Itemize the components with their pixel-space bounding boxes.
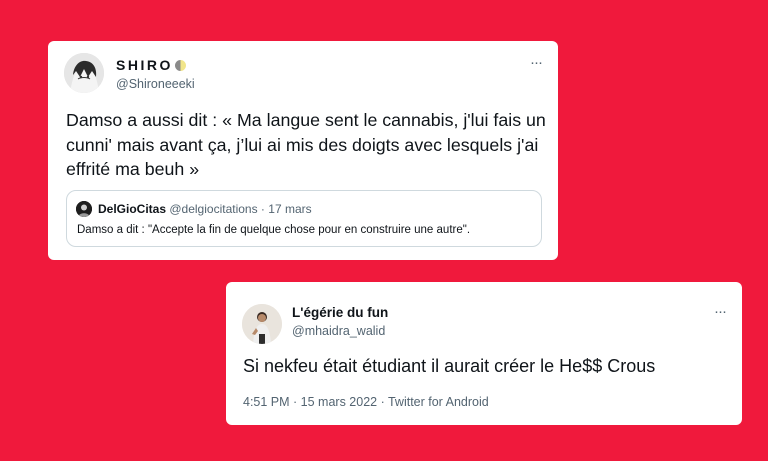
tweet-card-shiro[interactable]: SHIRO @Shironeeeki ··· Damso a aussi dit… [48,41,558,260]
tweet-timestamp[interactable]: 4:51 PM · 15 mars 2022 · Twitter for And… [243,395,489,409]
moon-icon [174,60,186,71]
quote-avatar [76,201,92,217]
background-stage: SHIRO @Shironeeeki ··· Damso a aussi dit… [0,0,768,461]
quote-date[interactable]: 17 mars [268,202,311,216]
tweet-card-egerie[interactable]: L'égérie du fun @mhaidra_walid ··· Si ne… [226,282,742,425]
avatar[interactable] [64,53,104,93]
quote-text: Damso a dit : "Accepte la fin de quelque… [77,224,471,236]
tweet-text: Damso a aussi dit : « Ma langue sent le … [66,110,546,179]
quote-separator: · [257,202,269,216]
more-icon[interactable]: ··· [530,55,543,70]
user-handle[interactable]: @mhaidra_walid [292,324,385,338]
avatar[interactable] [242,304,282,344]
display-name-text[interactable]: SHIRO [116,57,173,73]
quoted-tweet[interactable]: DelGioCitas @delgiocitations · 17 mars D… [66,190,542,247]
avatar-image [64,53,104,93]
user-handle[interactable]: @Shironeeeki [116,77,195,91]
more-icon[interactable]: ··· [714,304,727,319]
display-name[interactable]: SHIRO [116,57,186,73]
avatar-image [242,304,282,344]
display-name[interactable]: L'égérie du fun [292,305,388,320]
quote-handle[interactable]: @delgiocitations [169,202,257,216]
quote-avatar-image [76,201,92,217]
tweet-text: Si nekfeu était étudiant il aurait créer… [243,356,656,376]
quote-header: DelGioCitas @delgiocitations · 17 mars [98,202,312,216]
quote-display-name[interactable]: DelGioCitas [98,202,166,216]
